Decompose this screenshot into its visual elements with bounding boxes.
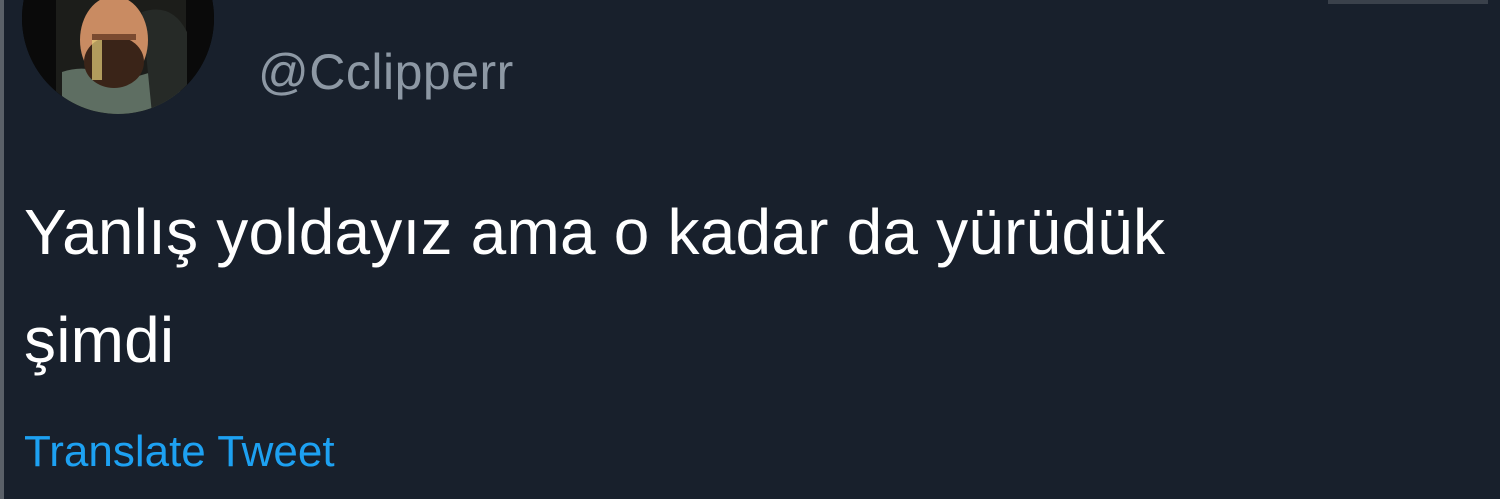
tweet-body: Yanlış yoldayız ama o kadar da yürüdük ş…	[24, 178, 1474, 394]
avatar[interactable]	[22, 0, 214, 114]
tweet-text-line: şimdi	[24, 304, 175, 376]
left-border	[0, 0, 4, 499]
tweet-text-line: Yanlış yoldayız ama o kadar da yürüdük	[24, 196, 1166, 268]
translate-tweet-link[interactable]: Translate Tweet	[24, 424, 335, 480]
user-handle[interactable]: @Cclipperr	[258, 42, 514, 102]
avatar-photo-icon	[22, 0, 214, 114]
top-right-divider	[1328, 0, 1488, 4]
tweet-card: @Cclipperr Yanlış yoldayız ama o kadar d…	[0, 0, 1500, 499]
